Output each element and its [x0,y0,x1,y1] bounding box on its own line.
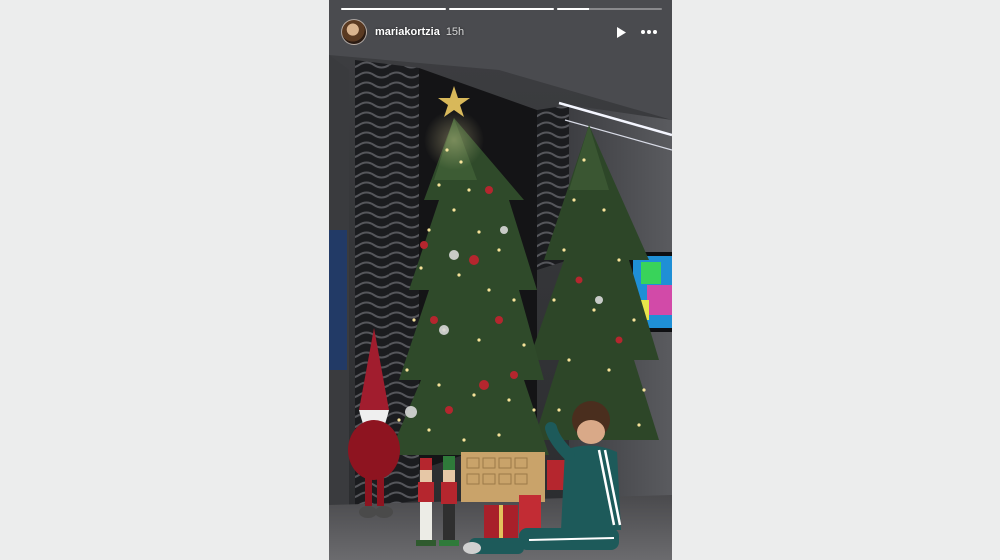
progress-segment [449,8,554,10]
play-button[interactable] [610,21,632,43]
story-progress-bar [341,8,662,10]
play-icon [617,26,626,38]
story-photo [329,0,672,560]
more-options-icon [641,30,657,34]
story-timestamp: 15h [445,26,465,38]
more-options-button[interactable] [638,21,660,43]
progress-segment [341,8,446,10]
story-header: mariakortzia 15h [341,18,660,46]
progress-segment [557,8,662,10]
avatar[interactable] [341,19,367,45]
username-link[interactable]: mariakortzia [375,26,440,38]
story-viewer[interactable]: mariakortzia 15h [329,0,672,560]
